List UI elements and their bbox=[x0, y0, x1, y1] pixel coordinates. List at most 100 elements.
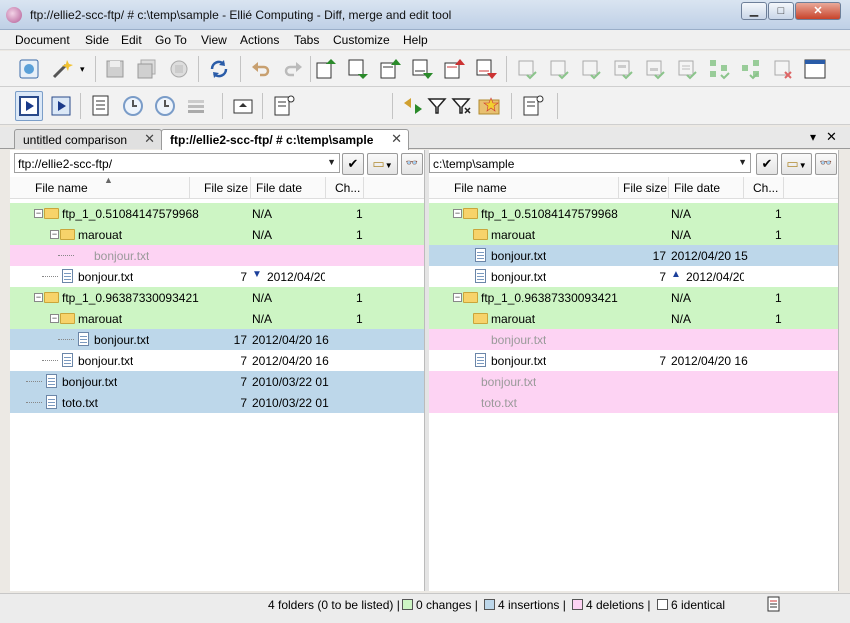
menu-view[interactable]: View bbox=[201, 33, 227, 47]
collapse-icon[interactable]: − bbox=[34, 209, 43, 218]
menu-edit[interactable]: Edit bbox=[121, 33, 142, 47]
table-row[interactable]: bonjour.txt 17 2012/04/20 16 bbox=[10, 329, 424, 350]
sync-right-icon[interactable] bbox=[739, 57, 763, 81]
chevron-down-icon[interactable]: ▼ bbox=[738, 157, 747, 167]
col-changes[interactable]: Ch... bbox=[748, 177, 784, 199]
stack-icon[interactable] bbox=[185, 94, 209, 118]
right-view-button[interactable]: 👓 bbox=[815, 153, 837, 175]
table-row[interactable]: bonjour.txt 7 ▲ 2012/04/20 bbox=[429, 266, 838, 287]
minimize-button[interactable]: ▁ bbox=[741, 2, 767, 20]
merge-left-icon[interactable] bbox=[515, 57, 539, 81]
report-icon[interactable] bbox=[766, 596, 782, 612]
save-as-icon[interactable] bbox=[167, 57, 191, 81]
menu-help[interactable]: Help bbox=[403, 33, 428, 47]
clock-icon[interactable] bbox=[121, 94, 145, 118]
first-difference-icon[interactable] bbox=[314, 57, 338, 81]
undo-icon[interactable] bbox=[249, 57, 273, 81]
table-row[interactable]: bonjour.txt 7 2012/04/20 16 bbox=[429, 350, 838, 371]
tab-untitled-comparison[interactable]: untitled comparison ✕ bbox=[14, 129, 162, 149]
wizard-dropdown-icon[interactable]: ▾ bbox=[80, 64, 85, 75]
tab-list-icon[interactable]: ▾ bbox=[810, 130, 816, 144]
col-file-name[interactable]: ▲ File name bbox=[10, 177, 190, 199]
close-tab-icon[interactable]: ✕ bbox=[144, 131, 155, 147]
report-icon[interactable] bbox=[89, 94, 113, 118]
table-row[interactable]: bonjour.txt 7 ▼ 2012/04/20 bbox=[10, 266, 424, 287]
collapse-icon[interactable]: − bbox=[50, 230, 59, 239]
collapse-icon[interactable]: − bbox=[34, 293, 43, 302]
next-difference-icon[interactable] bbox=[410, 57, 434, 81]
table-row[interactable]: marouat N/A 1 bbox=[429, 224, 838, 245]
chevron-down-icon[interactable]: ▼ bbox=[327, 157, 336, 167]
table-row[interactable]: − ftp_1_0.51084147579968 N/A 1 bbox=[429, 203, 838, 224]
merge-right-icon[interactable] bbox=[547, 57, 571, 81]
save-icon[interactable] bbox=[103, 57, 127, 81]
menu-actions[interactable]: Actions bbox=[240, 33, 279, 47]
refresh-icon[interactable] bbox=[207, 57, 231, 81]
menu-customize[interactable]: Customize bbox=[333, 33, 390, 47]
table-row[interactable]: − marouat N/A 1 bbox=[10, 224, 424, 245]
table-row[interactable]: bonjour.txt bbox=[10, 245, 424, 266]
menu-tabs[interactable]: Tabs bbox=[294, 33, 319, 47]
table-row[interactable]: − ftp_1_0.96387330093421 N/A 1 bbox=[10, 287, 424, 308]
col-file-name[interactable]: File name bbox=[429, 177, 619, 199]
right-browse-folder-button[interactable]: ▭▼ bbox=[781, 153, 812, 175]
col-file-size[interactable]: File size bbox=[199, 177, 251, 199]
collapse-icon[interactable]: − bbox=[453, 209, 462, 218]
history-icon[interactable] bbox=[153, 94, 177, 118]
filter-icon[interactable] bbox=[425, 94, 449, 118]
filter-off-icon[interactable] bbox=[449, 94, 473, 118]
table-row[interactable]: − ftp_1_0.96387330093421 N/A 1 bbox=[429, 287, 838, 308]
redo-icon[interactable] bbox=[281, 57, 305, 81]
table-row[interactable]: bonjour.txt 7 2010/03/22 01 bbox=[10, 371, 424, 392]
table-row[interactable]: toto.txt bbox=[429, 392, 838, 413]
new-comparison-icon[interactable] bbox=[17, 57, 41, 81]
last-difference-icon[interactable] bbox=[346, 57, 370, 81]
left-path-combo[interactable]: ftp://ellie2-scc-ftp/ ▼ bbox=[14, 153, 340, 173]
accept-left-icon[interactable] bbox=[579, 57, 603, 81]
col-file-size[interactable]: File size bbox=[618, 177, 669, 199]
save-all-icon[interactable] bbox=[135, 57, 159, 81]
copy-to-left-icon[interactable] bbox=[643, 57, 667, 81]
table-row[interactable]: bonjour.txt bbox=[429, 371, 838, 392]
tab-ftp-comparison[interactable]: ftp://ellie2-scc-ftp/ # c:\temp\sample ✕ bbox=[161, 129, 409, 150]
col-file-date[interactable]: File date bbox=[251, 177, 326, 199]
maximize-button[interactable]: □ bbox=[768, 2, 794, 20]
collapse-icon[interactable]: − bbox=[50, 314, 59, 323]
table-row[interactable]: bonjour.txt 7 2012/04/20 16 bbox=[10, 350, 424, 371]
next-change-icon[interactable] bbox=[474, 57, 498, 81]
parent-folder-icon[interactable] bbox=[231, 94, 255, 118]
close-window-button[interactable]: ✕ bbox=[795, 2, 841, 20]
play-next-icon[interactable] bbox=[49, 94, 73, 118]
close-tab-icon[interactable]: ✕ bbox=[391, 131, 402, 147]
table-row[interactable]: − marouat N/A 1 bbox=[10, 308, 424, 329]
options-icon[interactable] bbox=[271, 94, 295, 118]
table-row[interactable]: − ftp_1_0.51084147579968 N/A 1 bbox=[10, 203, 424, 224]
wizard-icon[interactable] bbox=[50, 57, 74, 81]
sync-left-icon[interactable] bbox=[707, 57, 731, 81]
previous-difference-icon[interactable] bbox=[378, 57, 402, 81]
accept-right-icon[interactable] bbox=[611, 57, 635, 81]
previous-change-icon[interactable] bbox=[442, 57, 466, 81]
left-browse-folder-button[interactable]: ▭▼ bbox=[367, 153, 398, 175]
layout-icon[interactable] bbox=[803, 57, 827, 81]
table-row[interactable]: bonjour.txt bbox=[429, 329, 838, 350]
left-confirm-button[interactable]: ✔ bbox=[342, 153, 364, 175]
table-row[interactable]: toto.txt 7 2010/03/22 01 bbox=[10, 392, 424, 413]
col-changes[interactable]: Ch... bbox=[330, 177, 364, 199]
swap-sides-icon[interactable] bbox=[401, 94, 425, 118]
close-all-tabs-icon[interactable]: ✕ bbox=[826, 129, 837, 145]
right-path-combo[interactable]: c:\temp\sample ▼ bbox=[429, 153, 751, 173]
table-row[interactable]: marouat N/A 1 bbox=[429, 308, 838, 329]
preferences-icon[interactable] bbox=[520, 94, 544, 118]
menu-side[interactable]: Side bbox=[85, 33, 109, 47]
right-confirm-button[interactable]: ✔ bbox=[756, 153, 778, 175]
collapse-icon[interactable]: − bbox=[453, 293, 462, 302]
menu-document[interactable]: Document bbox=[15, 33, 70, 47]
folder-star-icon[interactable] bbox=[477, 94, 501, 118]
menu-goto[interactable]: Go To bbox=[155, 33, 187, 47]
copy-to-right-icon[interactable] bbox=[675, 57, 699, 81]
table-row[interactable]: bonjour.txt 17 2012/04/20 15 bbox=[429, 245, 838, 266]
col-file-date[interactable]: File date bbox=[669, 177, 744, 199]
play-comparison-icon[interactable] bbox=[17, 94, 41, 118]
delete-file-icon[interactable] bbox=[771, 57, 795, 81]
